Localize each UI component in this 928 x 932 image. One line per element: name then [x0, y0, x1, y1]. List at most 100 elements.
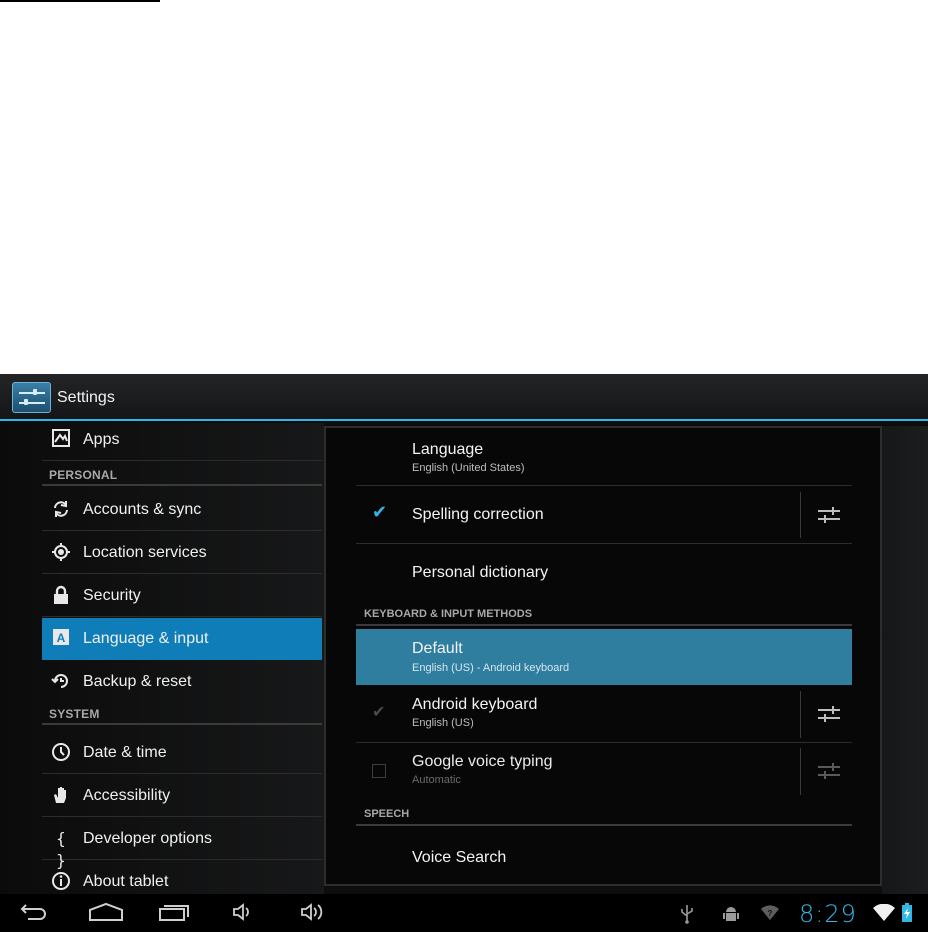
icon-knob [832, 706, 834, 714]
category-speech: SPEECH [356, 804, 852, 826]
category-title: KEYBOARD & INPUT METHODS [364, 608, 533, 620]
pref-android-keyboard[interactable]: ✔ Android keyboard English (US) [356, 686, 852, 743]
hand-icon [50, 785, 72, 807]
pref-personal-dictionary[interactable]: Personal dictionary [356, 544, 852, 600]
icon-knob [832, 763, 834, 771]
spelling-settings-icon[interactable] [818, 506, 840, 524]
nav-item-about-tablet[interactable]: About tablet [42, 861, 322, 894]
divider [800, 691, 801, 738]
nav-item-date-time[interactable]: Date & time [42, 732, 322, 774]
settings-sliders-icon[interactable] [12, 382, 51, 413]
panel-margin [882, 426, 928, 894]
settings-nav: Apps PERSONAL Accounts & sync Location s… [0, 423, 324, 894]
icon-knob [832, 507, 834, 515]
pref-title: Google voice typing [412, 753, 553, 770]
nav-header-text: PERSONAL [49, 468, 118, 482]
wifi-signal-icon[interactable] [872, 903, 896, 926]
nav-item-accounts-sync[interactable]: Accounts & sync [42, 489, 322, 531]
android-keyboard-checkbox[interactable]: ✔ [372, 705, 388, 721]
info-icon [50, 871, 72, 893]
usb-icon[interactable] [680, 904, 694, 928]
icon-line [818, 709, 840, 711]
sync-icon [50, 499, 72, 521]
pref-language[interactable]: Language English (United States) [356, 428, 852, 486]
category-keyboard-input-methods: KEYBOARD & INPUT METHODS [356, 604, 852, 626]
icon-knob [824, 714, 826, 722]
detail-panel: Language English (United States) ✔ Spell… [324, 426, 882, 886]
nav-item-developer-options[interactable]: { } Developer options [42, 818, 322, 870]
back-icon[interactable] [20, 902, 48, 926]
pref-summary: English (US) [412, 717, 474, 729]
nav-label: Accessibility [83, 787, 171, 804]
icon-line [818, 774, 840, 776]
lock-icon [50, 585, 72, 607]
divider [800, 748, 801, 795]
recent-apps-icon[interactable] [158, 902, 190, 926]
pref-title: Android keyboard [412, 696, 538, 713]
nav-label: Backup & reset [83, 673, 192, 690]
svg-text:?: ? [768, 909, 773, 918]
language-icon: A [50, 628, 72, 650]
nav-item-language-input[interactable]: A Language & input [42, 618, 322, 660]
system-bar: ? 8:29 [0, 894, 928, 932]
svg-text:A: A [57, 631, 66, 645]
home-icon[interactable] [88, 902, 124, 926]
voice-typing-checkbox[interactable] [372, 764, 386, 778]
icon-knob [824, 771, 826, 779]
pref-title: Default [412, 640, 463, 657]
page-title: Settings [57, 389, 115, 406]
icon-knob [824, 515, 826, 523]
backup-icon [50, 671, 72, 693]
pref-title: Spelling correction [412, 506, 544, 523]
wifi-notification-icon[interactable]: ? [760, 904, 780, 926]
slider-knob [33, 389, 37, 395]
pref-title: Personal dictionary [412, 564, 549, 581]
nav-item-security[interactable]: Security [42, 575, 322, 617]
clock-icon [50, 742, 72, 764]
slider-knob [24, 399, 28, 405]
nav-header-system: SYSTEM [42, 704, 322, 725]
slider-line [19, 402, 45, 404]
pref-voice-search[interactable]: Voice Search [356, 828, 852, 884]
action-bar: Settings [0, 374, 928, 421]
top-rule [0, 0, 160, 2]
category-title: SPEECH [364, 808, 410, 820]
volume-up-icon[interactable] [300, 902, 328, 926]
icon-line [818, 518, 840, 520]
nav-label: Language & input [83, 630, 209, 647]
icon-line [818, 717, 840, 719]
status-clock[interactable]: 8:29 [799, 900, 857, 928]
android-debug-icon[interactable] [722, 904, 740, 928]
nav-label: Date & time [83, 744, 167, 761]
pref-summary: Automatic [412, 774, 461, 786]
volume-down-icon[interactable] [232, 902, 256, 926]
detail-list: Language English (United States) ✔ Spell… [326, 428, 880, 884]
slider-line [19, 392, 45, 394]
nav-label: Security [83, 587, 141, 604]
nav-label: About tablet [83, 873, 169, 890]
nav-item-location-services[interactable]: Location services [42, 532, 322, 574]
location-icon [50, 542, 72, 564]
pref-google-voice-typing[interactable]: Google voice typing Automatic [356, 743, 852, 800]
android-keyboard-settings-icon[interactable] [818, 705, 840, 723]
divider [800, 492, 801, 538]
pref-title: Voice Search [412, 849, 507, 866]
apps-icon [50, 429, 72, 451]
voice-typing-settings-icon[interactable] [818, 762, 840, 780]
battery-icon[interactable] [901, 903, 913, 927]
spelling-checkbox[interactable]: ✔ [372, 503, 388, 521]
nav-item-apps[interactable]: Apps [42, 423, 322, 461]
nav-label: Location services [83, 544, 207, 561]
pref-title: Language [412, 441, 484, 458]
nav-item-backup-reset[interactable]: Backup & reset [42, 661, 322, 703]
nav-label: Developer options [83, 830, 212, 847]
braces-icon: { } [56, 829, 66, 870]
pref-summary: English (US) - Android keyboard [412, 662, 570, 674]
nav-label: Accounts & sync [83, 501, 202, 518]
nav-header-personal: PERSONAL [42, 465, 322, 486]
pref-default-input[interactable]: Default English (US) - Android keyboard [356, 629, 852, 685]
nav-item-accessibility[interactable]: Accessibility [42, 775, 322, 817]
pref-spelling-correction[interactable]: ✔ Spelling correction [356, 486, 852, 544]
pref-summary: English (United States) [412, 462, 525, 474]
icon-line [818, 510, 840, 512]
